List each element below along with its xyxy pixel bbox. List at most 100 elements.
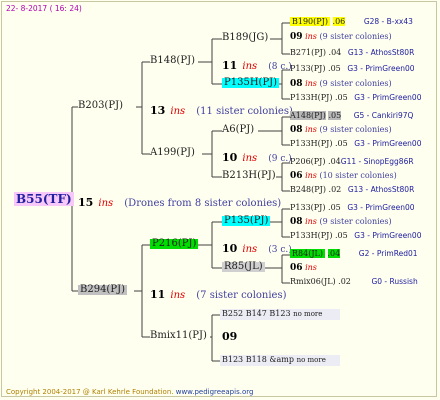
leaf-row: 09 ins (9 sister colonies): [290, 33, 392, 42]
leaf-id: P133(PJ): [290, 203, 326, 212]
node-r85[interactable]: R85(JL): [222, 262, 265, 272]
dam-meta: 11 ins (7 sister colonies): [150, 285, 287, 301]
b252-id: B252: [222, 309, 244, 318]
root-meta: 15 ins (Drones from 8 sister colonies): [78, 193, 281, 209]
leaf-row[interactable]: B190(PJ) .06 G28 - B-xx43: [290, 17, 413, 26]
node-a199[interactable]: A199(PJ): [150, 148, 195, 158]
a6-ins: ins: [242, 153, 258, 164]
leaf-row[interactable]: P206(PJ) .04G11 - SinopEgg86R: [290, 158, 414, 166]
node-p135h[interactable]: P135H(PJ): [222, 78, 280, 88]
leaf-note: (9 sister colonies): [319, 79, 392, 88]
leaf-note: (9 sister colonies): [319, 217, 392, 226]
sire-generation: 13: [150, 104, 166, 117]
leaf-note: (9 sister colonies): [319, 125, 392, 134]
leaf-row[interactable]: P133(PJ) .05 G3 - PrimGreen00: [290, 65, 415, 73]
dam-queen[interactable]: B294(PJ): [78, 285, 127, 295]
leaf-gen: 08: [290, 217, 303, 227]
leaf-val: .05: [328, 111, 342, 120]
leaf-val: .05: [328, 64, 341, 73]
node-bmix11[interactable]: Bmix11(PJ): [150, 331, 207, 341]
b123-nomore: no more: [296, 356, 326, 364]
leaf-info: G2 - PrimRed01: [358, 249, 418, 258]
leaf-row: 06 ins: [290, 264, 317, 273]
leaf-gen: 08: [290, 125, 303, 135]
leaf-val: .02: [338, 277, 351, 286]
leaf-row[interactable]: P133H(PJ) .05 G3 - PrimGreen00: [290, 140, 421, 148]
leaf-ins: ins: [305, 125, 317, 134]
leaf-row[interactable]: P133(PJ) .05 G3 - PrimGreen00: [290, 204, 415, 212]
leaf-id: B248(PJ): [290, 185, 326, 194]
leaf-info: G3 - PrimGreen00: [354, 93, 422, 102]
leaf-row[interactable]: P133H(PJ) .05 G3 - PrimGreen00: [290, 94, 421, 102]
leaf-info: G3 - PrimGreen00: [347, 203, 415, 212]
a6-meta: 10 ins (9 c.): [222, 148, 292, 164]
site-link[interactable]: www.pedigreeapis.org: [176, 388, 254, 396]
node-b252[interactable]: B252 B147 B123 no more: [222, 310, 322, 318]
root-ins: ins: [98, 198, 114, 209]
sire-queen[interactable]: B203(PJ): [78, 101, 123, 111]
a6-generation: 10: [222, 151, 238, 164]
leaf-val: .05: [335, 231, 348, 240]
leaf-id: P133(PJ): [290, 64, 326, 73]
leaf-gen: 09: [290, 32, 303, 42]
leaf-note: (10 sister colonies): [319, 171, 397, 180]
leaf-row[interactable]: R84(JL) .04 G2 - PrimRed01: [290, 249, 418, 258]
node-b213h[interactable]: B213H(PJ): [222, 171, 276, 181]
leaf-info: G3 - PrimGreen00: [354, 139, 422, 148]
leaf-ins: ins: [305, 79, 317, 88]
leaf-val: .05: [335, 139, 348, 148]
leaf-val: .04: [328, 48, 342, 57]
leaf-val: .02: [328, 185, 342, 194]
dam-ins: ins: [170, 290, 186, 301]
leaf-ins: ins: [305, 32, 317, 41]
leaf-id: R84(JL): [290, 249, 325, 258]
node-p216[interactable]: P216(PJ): [150, 239, 199, 249]
b252-extra: B147: [245, 309, 267, 318]
leaf-id: P133H(PJ): [290, 93, 333, 102]
leaf-row: 08 ins (9 sister colonies): [290, 218, 392, 227]
root-queen[interactable]: B55(TF): [14, 192, 74, 206]
p135-meta: 10 ins (3 c.): [222, 239, 292, 255]
root-note: (Drones from 8 sister colonies): [124, 198, 282, 209]
sire-ins: ins: [170, 106, 186, 117]
node-b148[interactable]: B148(PJ): [150, 56, 195, 66]
p135-generation: 10: [222, 242, 238, 255]
leaf-row[interactable]: B248(PJ) .02 G13 - AthosSt80R: [290, 186, 414, 194]
leaf-note: (9 sister colonies): [319, 32, 392, 41]
b123-extra: B118: [245, 355, 267, 364]
leaf-gen: 08: [290, 79, 303, 89]
leaf-ins: ins: [305, 171, 317, 180]
leaf-row[interactable]: B271(PJ) .04 G13 - AthosSt80R: [290, 49, 414, 57]
leaf-info: G13 - AthosSt80R: [347, 185, 415, 194]
leaf-val: .05: [328, 203, 341, 212]
b148-ins: ins: [242, 61, 258, 72]
node-b189[interactable]: B189(JG): [222, 33, 268, 43]
leaf-val: .04: [328, 157, 341, 166]
node-a6[interactable]: A6(PJ): [222, 125, 254, 135]
leaf-id: A148(PJ): [290, 111, 326, 120]
leaf-info: G3 - PrimGreen00: [347, 64, 415, 73]
leaf-id: Rmix06(JL): [290, 277, 336, 286]
b123-extra2: &amp: [269, 355, 295, 364]
node-p135[interactable]: P135(PJ): [222, 216, 271, 226]
copyright-text: Copyright 2004-2017 @ Karl Kehrle Founda…: [6, 388, 174, 396]
sire-meta: 13 ins (11 sister colonies): [150, 101, 293, 117]
leaf-gen: 06: [290, 171, 303, 181]
leaf-val: .04: [327, 249, 341, 258]
leaf-row[interactable]: A148(PJ) .05 G5 - Cankiri97Q: [290, 111, 413, 120]
leaf-ins: ins: [305, 217, 317, 226]
b123-id: B123: [222, 355, 244, 364]
leaf-val: .06: [332, 17, 346, 26]
leaf-id: P206(PJ): [290, 157, 326, 166]
bmix-generation: 09: [222, 330, 238, 343]
b148-note: (8 c.): [268, 62, 292, 72]
leaf-row[interactable]: P133H(PJ) .05 G3 - PrimGreen00: [290, 232, 421, 240]
node-b123[interactable]: B123 B118 &amp no more: [222, 356, 326, 364]
b252-extra2: B123: [269, 309, 291, 318]
leaf-info: G13 - AthosSt80R: [347, 48, 415, 57]
leaf-row[interactable]: Rmix06(JL) .02 G0 - Russish: [290, 278, 418, 286]
leaf-info: G0 - Russish: [371, 277, 418, 286]
leaf-ins: ins: [305, 263, 317, 272]
root-generation: 15: [78, 196, 94, 209]
leaf-id: B190(PJ): [290, 17, 330, 26]
